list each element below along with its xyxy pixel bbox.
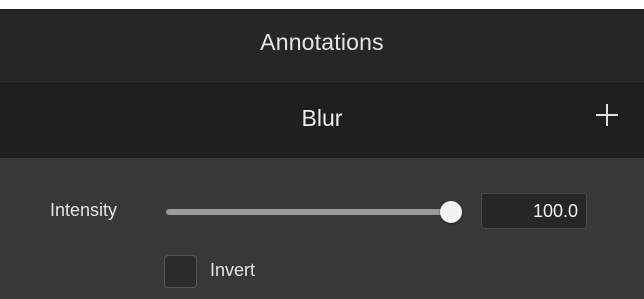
slider-thumb[interactable] (440, 201, 462, 223)
blur-section-header[interactable]: Blur (0, 82, 644, 158)
section-title: Blur (301, 105, 343, 131)
blur-properties: Intensity Invert (0, 158, 644, 299)
properties-panel: Annotations Blur Intensity Invert (0, 9, 644, 299)
intensity-label: Intensity (50, 200, 118, 220)
invert-label: Invert (210, 260, 256, 280)
add-effect-button[interactable] (592, 100, 622, 130)
intensity-slider[interactable] (166, 201, 462, 223)
invert-checkbox[interactable] (164, 255, 197, 288)
slider-fill (166, 209, 451, 215)
panel-header: Annotations (0, 9, 644, 82)
intensity-value-field[interactable] (481, 193, 587, 229)
panel-title: Annotations (260, 29, 384, 55)
